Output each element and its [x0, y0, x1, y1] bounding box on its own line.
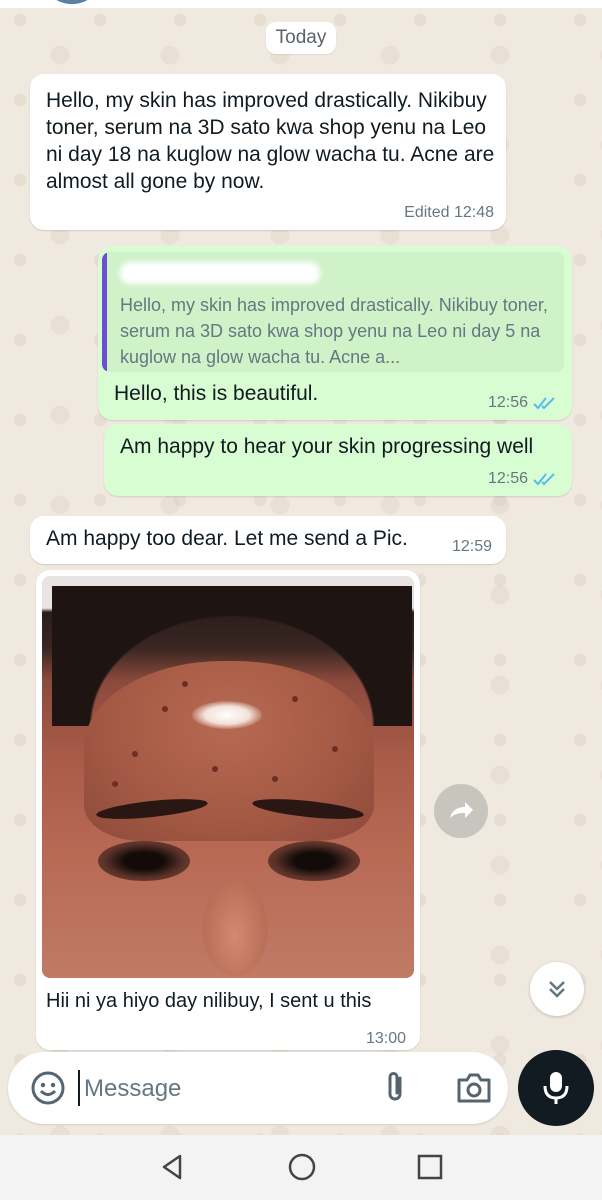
paperclip-icon[interactable]	[380, 1070, 412, 1106]
camera-icon[interactable]	[454, 1070, 494, 1106]
message-text: Hello, my skin has improved drastically.…	[46, 89, 495, 193]
message-input[interactable]	[82, 1066, 366, 1112]
photo-spot	[182, 681, 188, 687]
home-circle-icon[interactable]	[286, 1151, 318, 1183]
chat-background: Today Hello, my skin has improved drasti…	[0, 0, 602, 1135]
microphone-icon	[543, 1072, 569, 1104]
photo-glare	[192, 701, 262, 729]
quoted-text: Hello, my skin has improved drastically.…	[120, 295, 548, 367]
incoming-message[interactable]: Hello, my skin has improved drastically.…	[30, 74, 506, 230]
double-chevron-down-icon	[549, 981, 565, 998]
recent-apps-icon[interactable]	[416, 1153, 444, 1181]
photo-spot	[292, 696, 298, 702]
message-meta: 12:56	[488, 394, 558, 412]
back-triangle-icon[interactable]	[156, 1151, 188, 1183]
read-ticks-icon	[533, 473, 555, 486]
outgoing-reply-message[interactable]: Hello, my skin has improved drastically.…	[98, 246, 572, 420]
photo-caption: Hii ni ya hiyo day nilibuy, I sent u thi…	[46, 990, 372, 1012]
system-nav-bar	[0, 1135, 602, 1200]
incoming-message[interactable]: Am happy too dear. Let me send a Pic. 12…	[30, 516, 506, 564]
forward-icon	[450, 802, 473, 818]
quoted-message[interactable]: Hello, my skin has improved drastically.…	[102, 252, 564, 372]
photo-eye	[98, 841, 190, 881]
photo-spot	[112, 781, 118, 787]
mic-button[interactable]	[518, 1050, 594, 1126]
message-meta: 12:56	[488, 470, 558, 488]
scroll-down-button[interactable]	[530, 962, 584, 1016]
header-edge	[0, 0, 602, 8]
message-time: 12:59	[451, 538, 492, 555]
message-text: Am happy too dear. Let me send a Pic.	[46, 527, 408, 550]
forward-button[interactable]	[434, 784, 488, 838]
photo-eye	[268, 841, 360, 881]
message-text: Am happy to hear your skin progressing w…	[120, 435, 534, 458]
photo-nose	[202, 876, 268, 976]
photo-spot	[272, 776, 278, 782]
incoming-image-message[interactable]: Hii ni ya hiyo day nilibuy, I sent u thi…	[36, 570, 420, 1050]
message-time: 13:00	[365, 1030, 406, 1047]
message-time: 12:56	[487, 394, 528, 411]
message-meta: Edited 12:48	[404, 204, 494, 221]
text-cursor	[78, 1070, 80, 1106]
date-chip: Today	[266, 22, 336, 54]
message-time: 12:56	[487, 470, 528, 487]
emoji-icon[interactable]	[30, 1070, 66, 1106]
quote-bar	[102, 252, 107, 372]
photo-spot	[162, 706, 168, 712]
quoted-sender-redacted	[120, 262, 320, 284]
photo-spot	[132, 751, 138, 757]
read-ticks-icon	[533, 397, 555, 410]
outgoing-message[interactable]: Am happy to hear your skin progressing w…	[104, 424, 572, 496]
message-composer	[8, 1052, 508, 1124]
photo-spot	[212, 766, 218, 772]
message-photo[interactable]	[42, 576, 414, 978]
photo-spot	[332, 746, 338, 752]
message-text: Hello, this is beautiful.	[114, 382, 319, 405]
